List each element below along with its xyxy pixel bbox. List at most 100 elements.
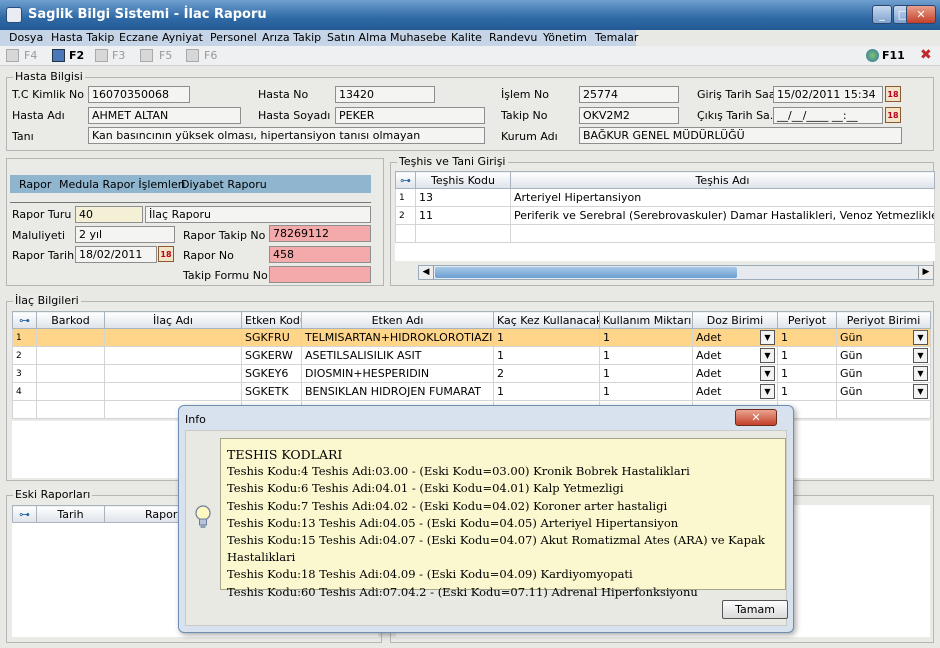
periyot-header[interactable]: Periyot bbox=[777, 311, 837, 329]
menu-personel[interactable]: Personel bbox=[210, 31, 257, 44]
message-line: Teshis Kodu:13 Teshis Adi:04.05 - (Eski … bbox=[227, 515, 679, 530]
hasta-adi-field[interactable]: AHMET ALTAN bbox=[88, 107, 241, 124]
teshis-table: ⊶ Teşhis Kodu Teşhis Adı 1 13 Arteriyel … bbox=[395, 171, 935, 261]
islem-no-field[interactable]: 25774 bbox=[579, 86, 679, 103]
table-row[interactable]: 1 13 Arteriyel Hipertansiyon bbox=[395, 188, 935, 207]
f2-save-button[interactable]: F2 bbox=[69, 49, 84, 62]
kullanim-miktari-header[interactable]: Kullanım Miktarı bbox=[599, 311, 693, 329]
menu-satin-alma[interactable]: Satın Alma bbox=[327, 31, 387, 44]
hasta-adi-label: Hasta Adı bbox=[12, 109, 65, 122]
takip-no-field[interactable]: OKV2M2 bbox=[579, 107, 679, 124]
save-icon bbox=[52, 49, 65, 62]
chevron-down-icon[interactable]: ▼ bbox=[760, 384, 775, 399]
f11-button[interactable]: F11 bbox=[882, 49, 905, 62]
hasta-soyadi-field[interactable]: PEKER bbox=[335, 107, 485, 124]
rapor-divider bbox=[10, 202, 371, 203]
rapor-no-label: Rapor No bbox=[183, 249, 234, 262]
f3-button[interactable]: F3 bbox=[112, 49, 125, 62]
dialog-body: TESHIS KODLARI Teshis Kodu:4 Teshis Adi:… bbox=[185, 430, 788, 626]
dialog-title: Info bbox=[185, 413, 206, 426]
rapor-turu-field[interactable]: İlaç Raporu bbox=[145, 206, 371, 223]
cikis-field[interactable]: __/__/____ __:__ bbox=[773, 107, 883, 124]
eski-raporlar-legend: Eski Raporları bbox=[13, 488, 93, 501]
dialog-close-button[interactable]: ✕ bbox=[735, 409, 777, 426]
menu-randevu[interactable]: Randevu bbox=[489, 31, 537, 44]
menu-kalite[interactable]: Kalite bbox=[451, 31, 482, 44]
hasta-no-label: Hasta No bbox=[258, 88, 309, 101]
etken-adi-header[interactable]: Etken Adı bbox=[301, 311, 494, 329]
hasta-no-field[interactable]: 13420 bbox=[335, 86, 435, 103]
teshis-adi-header[interactable]: Teşhis Adı bbox=[510, 171, 935, 189]
menu-ariza-takip[interactable]: Arıza Takip bbox=[262, 31, 321, 44]
toolbar: F4 F2 F3 F5 F6 F11 ✖ bbox=[0, 46, 940, 66]
periyot-birimi-header[interactable]: Periyot Birimi bbox=[836, 311, 931, 329]
chevron-down-icon[interactable]: ▼ bbox=[913, 384, 928, 399]
rapor-tarihi-field[interactable]: 18/02/2011 bbox=[75, 246, 157, 263]
f5-button[interactable]: F5 bbox=[159, 49, 172, 62]
tab-medula[interactable]: Medula Rapor İşlemleri bbox=[59, 178, 185, 191]
teshis-hscrollbar[interactable]: ◀ ▶ bbox=[418, 265, 934, 280]
tab-rapor[interactable]: Rapor bbox=[19, 178, 51, 191]
kac-kez-header[interactable]: Kaç Kez Kullanacak bbox=[493, 311, 600, 329]
scroll-right-icon[interactable]: ▶ bbox=[918, 266, 933, 279]
tc-field[interactable]: 16070350068 bbox=[88, 86, 190, 103]
message-line: Teshis Kodu:18 Teshis Adi:04.09 - (Eski … bbox=[227, 567, 633, 582]
cikis-calendar-icon[interactable]: 18 bbox=[885, 107, 901, 123]
maluliyet-label: Maluliyeti bbox=[12, 229, 66, 242]
kurum-field[interactable]: BAĞKUR GENEL MÜDÜRLÜĞÜ bbox=[579, 127, 902, 144]
scroll-left-icon[interactable]: ◀ bbox=[419, 266, 434, 279]
giris-field[interactable]: 15/02/2011 15:34 bbox=[773, 86, 883, 103]
maluliyet-field[interactable]: 2 yıl bbox=[75, 226, 175, 243]
giris-calendar-icon[interactable]: 18 bbox=[885, 86, 901, 102]
kurum-label: Kurum Adı bbox=[501, 130, 558, 143]
tc-label: T.C Kimlik No bbox=[12, 88, 85, 101]
takip-formu-field[interactable] bbox=[269, 266, 371, 283]
barkod-header[interactable]: Barkod bbox=[36, 311, 105, 329]
rapor-turu-code[interactable]: 40 bbox=[75, 206, 143, 223]
etken-kodu-header[interactable]: Etken Kodu bbox=[241, 311, 302, 329]
table-row[interactable]: 4 SGKETK BENSIKLAN HIDROJEN FUMARAT 1 1 … bbox=[12, 382, 931, 401]
message-box: TESHIS KODLARI Teshis Kodu:4 Teshis Adi:… bbox=[220, 438, 786, 599]
menu-muhasebe[interactable]: Muhasebe bbox=[390, 31, 446, 44]
f6-button[interactable]: F6 bbox=[204, 49, 217, 62]
chevron-down-icon[interactable]: ▼ bbox=[913, 366, 928, 381]
rapor-no-field[interactable]: 458 bbox=[269, 246, 371, 263]
takip-formu-label: Takip Formu No bbox=[183, 269, 268, 282]
ilac-adi-header[interactable]: İlaç Adı bbox=[104, 311, 242, 329]
menu-yonetim[interactable]: Yönetim bbox=[543, 31, 587, 44]
chevron-down-icon[interactable]: ▼ bbox=[913, 330, 928, 345]
tamam-button[interactable]: Tamam bbox=[722, 600, 788, 619]
teshis-key-icon: ⊶ bbox=[395, 171, 416, 189]
chevron-down-icon[interactable]: ▼ bbox=[913, 348, 928, 363]
doz-birimi-header[interactable]: Doz Birimi bbox=[692, 311, 778, 329]
cikis-label: Çıkış Tarih Sa... bbox=[697, 109, 781, 122]
table-row[interactable]: 1 SGKFRU TELMISARTAN+HIDROKLOROTIAZID 1 … bbox=[12, 328, 931, 347]
chevron-down-icon[interactable]: ▼ bbox=[760, 330, 775, 345]
f4-button[interactable]: F4 bbox=[24, 49, 37, 62]
teshis-kodu-header[interactable]: Teşhis Kodu bbox=[415, 171, 511, 189]
giris-label: Giriş Tarih Saati bbox=[697, 88, 783, 101]
table-row[interactable]: 2 SGKERW ASETILSALISILIK ASIT 1 1 Adet ▼ … bbox=[12, 346, 931, 365]
menu-temalar[interactable]: Temalar bbox=[595, 31, 638, 44]
exit-icon[interactable]: ✖ bbox=[920, 47, 932, 63]
tani-field[interactable]: Kan basıncının yüksek olması, hipertansi… bbox=[88, 127, 485, 144]
eski-tarih-header[interactable]: Tarih bbox=[36, 505, 105, 523]
rapor-takip-no-field[interactable]: 78269112 bbox=[269, 225, 371, 242]
menu-eczane[interactable]: Eczane bbox=[119, 31, 158, 44]
rapor-turu-label: Rapor Turu bbox=[12, 208, 72, 221]
menu-dosya[interactable]: Dosya bbox=[9, 31, 43, 44]
message-line: Teshis Kodu:7 Teshis Adi:04.02 - (Eski K… bbox=[227, 498, 668, 513]
chevron-down-icon[interactable]: ▼ bbox=[760, 348, 775, 363]
table-row[interactable]: 2 11 Periferik ve Serebral (Serebrovasku… bbox=[395, 206, 935, 225]
rapor-tarihi-calendar-icon[interactable]: 18 bbox=[158, 246, 174, 262]
table-row[interactable]: 3 SGKEY6 DIOSMIN+HESPERIDIN 2 1 Adet ▼ 1 … bbox=[12, 364, 931, 383]
title-bar: Saglik Bilgi Sistemi - İlac Raporu _ □ ✕ bbox=[0, 0, 940, 30]
close-window-button[interactable]: ✕ bbox=[906, 5, 936, 24]
tab-diyabet[interactable]: Diyabet Raporu bbox=[181, 178, 267, 191]
scroll-thumb[interactable] bbox=[435, 267, 737, 278]
chevron-down-icon[interactable]: ▼ bbox=[760, 366, 775, 381]
menu-hasta-takip[interactable]: Hasta Takip bbox=[51, 31, 114, 44]
ilac-table: ⊶ Barkod İlaç Adı Etken Kodu Etken Adı K… bbox=[12, 311, 931, 419]
minimize-button[interactable]: _ bbox=[872, 5, 892, 24]
menu-ayniyat[interactable]: Ayniyat bbox=[162, 31, 203, 44]
